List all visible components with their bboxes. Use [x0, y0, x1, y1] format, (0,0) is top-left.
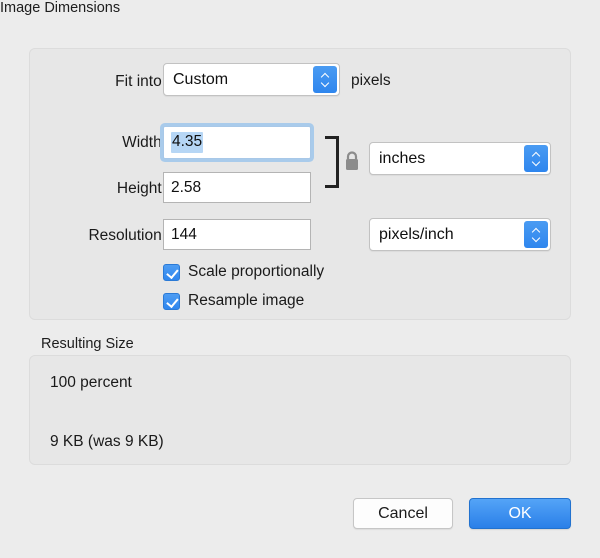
resulting-percent-text: 100 percent	[50, 374, 132, 391]
image-dimensions-group-title: Image Dimensions	[0, 0, 121, 16]
resolution-units-select[interactable]: pixels/inch	[369, 218, 551, 251]
ok-button[interactable]: OK	[469, 498, 571, 529]
resulting-size-group-title: Resulting Size	[41, 336, 134, 352]
width-value: 4.35	[171, 132, 204, 153]
units-stepper-icon[interactable]	[524, 145, 548, 172]
fit-into-value: Custom	[173, 70, 229, 88]
lock-closed-icon[interactable]	[342, 149, 362, 173]
chevron-up-icon	[532, 152, 541, 157]
units-value: inches	[379, 149, 426, 167]
resolution-input[interactable]: 144	[163, 219, 311, 250]
scale-proportionally-checkbox-row[interactable]: Scale proportionally	[163, 263, 324, 281]
height-label: Height:	[116, 180, 166, 197]
fit-into-label: Fit into:	[115, 73, 166, 90]
resample-image-checkbox-row[interactable]: Resample image	[163, 292, 304, 310]
resulting-filesize-text: 9 KB (was 9 KB)	[50, 433, 164, 450]
width-label: Width:	[122, 134, 166, 151]
resolution-label: Resolution:	[88, 227, 166, 244]
chevron-up-icon	[321, 73, 330, 78]
fit-into-select[interactable]: Custom	[163, 63, 340, 96]
resolution-units-value: pixels/inch	[379, 225, 454, 243]
scale-proportionally-label: Scale proportionally	[188, 263, 325, 280]
scale-proportionally-checkbox[interactable]	[163, 263, 180, 281]
chevron-down-icon	[532, 236, 541, 241]
height-value: 2.58	[171, 178, 202, 196]
height-input[interactable]: 2.58	[163, 172, 311, 203]
resolution-value: 144	[171, 225, 197, 243]
units-select[interactable]: inches	[369, 142, 551, 175]
resolution-units-stepper-icon[interactable]	[524, 221, 548, 248]
chevron-up-icon	[532, 228, 541, 233]
resample-image-label: Resample image	[188, 292, 305, 309]
fit-into-units-label: pixels	[351, 72, 391, 89]
chevron-down-icon	[321, 81, 330, 86]
chevron-down-icon	[532, 160, 541, 165]
resample-image-checkbox[interactable]	[163, 292, 180, 310]
cancel-button[interactable]: Cancel	[353, 498, 453, 529]
dimension-link-bracket	[325, 136, 339, 188]
fit-into-stepper-icon[interactable]	[313, 66, 337, 93]
width-input[interactable]: 4.35	[163, 126, 311, 159]
